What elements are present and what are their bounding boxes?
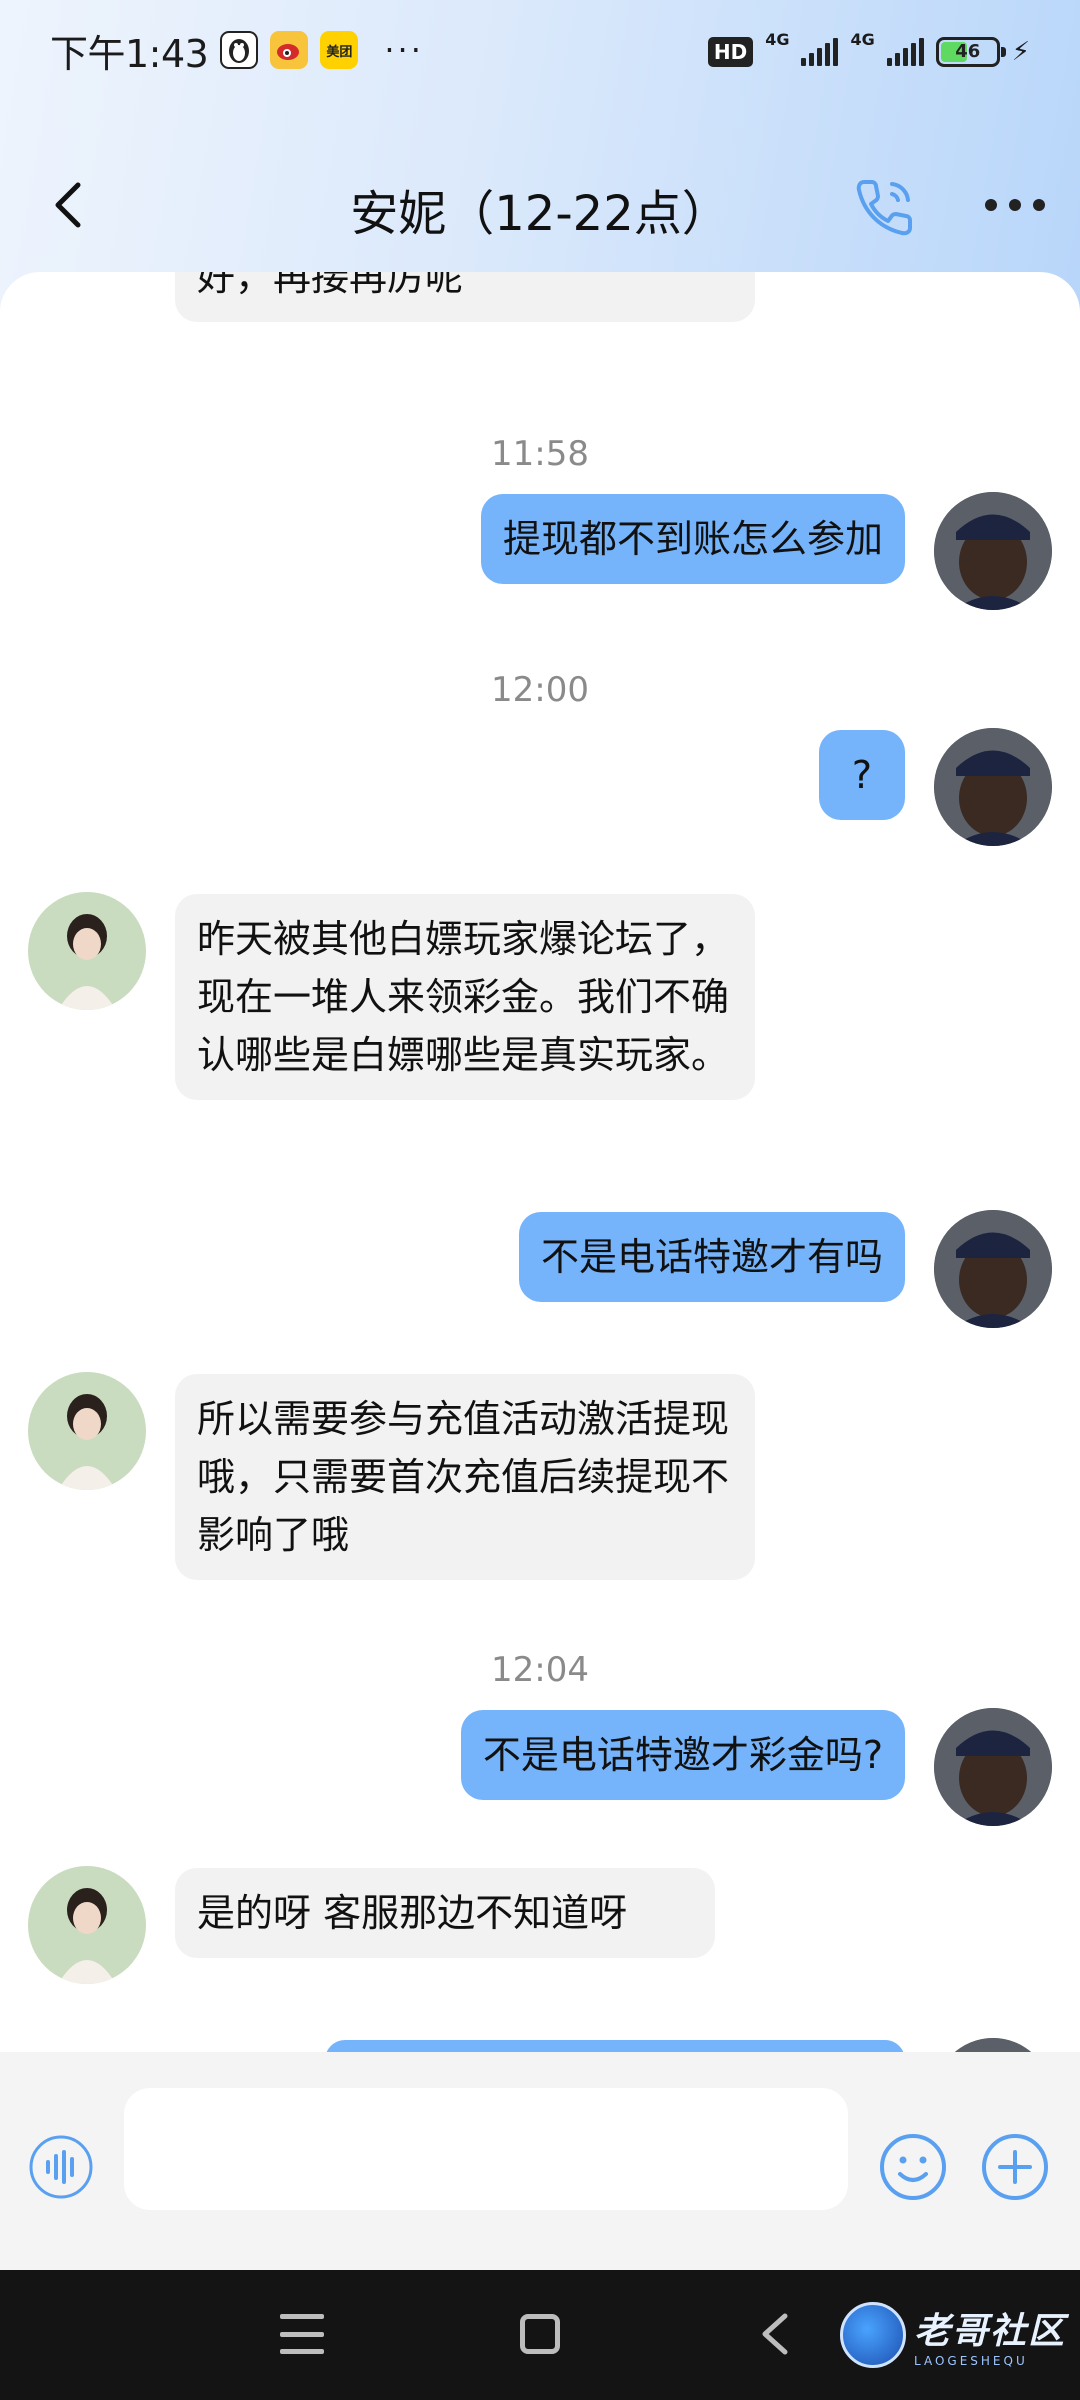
timestamp: 12:04 (491, 1650, 589, 1690)
back-chevron-icon (762, 2313, 788, 2355)
dot-icon (1033, 199, 1045, 211)
more-options-button[interactable] (985, 180, 1045, 230)
phone-icon (856, 180, 912, 236)
avatar-self[interactable] (934, 728, 1052, 846)
menu-line-icon (280, 2314, 324, 2319)
message-bubble-outgoing[interactable]: ? (819, 730, 905, 820)
message-bubble-outgoing[interactable]: 不是电话特邀才彩金吗? (460, 1710, 905, 1800)
network-label-2: 4G (850, 30, 875, 49)
avatar-agent[interactable] (28, 892, 146, 1010)
avatar-self[interactable] (934, 2038, 1052, 2052)
status-more-icon: ··· (384, 31, 424, 69)
hd-badge: HD (707, 36, 754, 67)
watermark-text: 老哥社区 (914, 2311, 1067, 2352)
avatar-agent[interactable] (28, 1866, 146, 1984)
home-button[interactable] (520, 2314, 560, 2354)
more-actions-button[interactable] (980, 2132, 1050, 2202)
message-text: 不是电话特邀才有吗 (540, 1235, 883, 1279)
voice-input-button[interactable] (28, 2134, 94, 2200)
system-nav-bar: 老哥社区 LAOGESHEQU (0, 2270, 1080, 2400)
recent-apps-button[interactable] (280, 2314, 324, 2354)
meituan-icon: 美团 (320, 31, 359, 69)
message-bubble-outgoing[interactable]: 提现都不到账怎么参加 (480, 494, 905, 584)
smiley-icon (880, 2134, 946, 2200)
weibo-icon (270, 31, 309, 69)
message-bubble-incoming[interactable]: 所以需要参与充值活动激活提现哦，只需要首次充值后续提现不影响了哦 (175, 1374, 755, 1580)
battery-icon: 46 (935, 36, 1006, 67)
menu-line-icon (280, 2331, 324, 2337)
watermark-logo-icon (840, 2302, 906, 2368)
message-text: 提现都不到账怎么参加 (502, 517, 883, 561)
avatar-self[interactable] (934, 492, 1052, 610)
message-text: 所以需要参与充值活动激活提现哦，只需要首次充值后续提现不影响了哦 (197, 1397, 730, 1557)
voice-wave-icon (29, 2135, 93, 2199)
message-text: ? (851, 753, 873, 797)
dot-icon (1009, 199, 1021, 211)
message-text: 不是电话特邀才彩金吗? (482, 1733, 883, 1777)
network-label-1: 4G (765, 30, 790, 49)
message-bubble-incoming[interactable]: 昨天被其他白嫖玩家爆论坛了，现在一堆人来领彩金。我们不确认哪些是白嫖哪些是真实玩… (175, 894, 755, 1100)
message-bubble-outgoing-partial[interactable] (325, 2040, 905, 2052)
message-text: 好，再接再厉呢 (197, 272, 464, 299)
avatar-self[interactable] (934, 1210, 1052, 1328)
signal-icon (801, 37, 839, 66)
message-text: 昨天被其他白嫖玩家爆论坛了，现在一堆人来领彩金。我们不确认哪些是白嫖哪些是真实玩… (197, 917, 730, 1077)
title-bar: 安妮（12-22点） (0, 150, 1080, 260)
status-indicators: HD 4G 4G 46 ⚡ (707, 30, 1030, 73)
message-text: 是的呀 客服那边不知道呀 (197, 1891, 628, 1935)
chat-messages[interactable]: 好，再接再厉呢 11:58 提现都不到账怎么参加 12:00 ? 昨天被其他白嫖… (0, 272, 1080, 2052)
watermark: 老哥社区 LAOGESHEQU (840, 2298, 1070, 2372)
avatar-agent[interactable] (28, 1372, 146, 1490)
dot-icon (985, 199, 997, 211)
battery-level: 46 (955, 41, 981, 62)
message-bubble-incoming[interactable]: 好，再接再厉呢 (175, 272, 755, 322)
system-back-button[interactable] (755, 2310, 795, 2358)
penguin-icon (220, 31, 259, 69)
signal-icon-2 (886, 37, 924, 66)
timestamp: 11:58 (491, 434, 589, 474)
message-input[interactable] (124, 2088, 848, 2210)
charging-icon: ⚡ (1011, 36, 1030, 67)
avatar-self[interactable] (934, 1708, 1052, 1826)
emoji-button[interactable] (878, 2132, 948, 2202)
status-time: 下午1:43 (50, 31, 209, 76)
status-bar: 下午1:43 美团 ··· HD 4G 4G 46 ⚡ (0, 0, 1080, 100)
message-bubble-incoming[interactable]: 是的呀 客服那边不知道呀 (175, 1868, 715, 1958)
menu-line-icon (280, 2349, 324, 2354)
timestamp: 12:00 (491, 670, 589, 710)
input-bar (0, 2052, 1080, 2270)
plus-icon (982, 2134, 1048, 2200)
watermark-subtext: LAOGESHEQU (914, 2354, 1028, 2368)
message-bubble-outgoing[interactable]: 不是电话特邀才有吗 (518, 1212, 905, 1302)
voice-call-button[interactable] (850, 170, 922, 242)
